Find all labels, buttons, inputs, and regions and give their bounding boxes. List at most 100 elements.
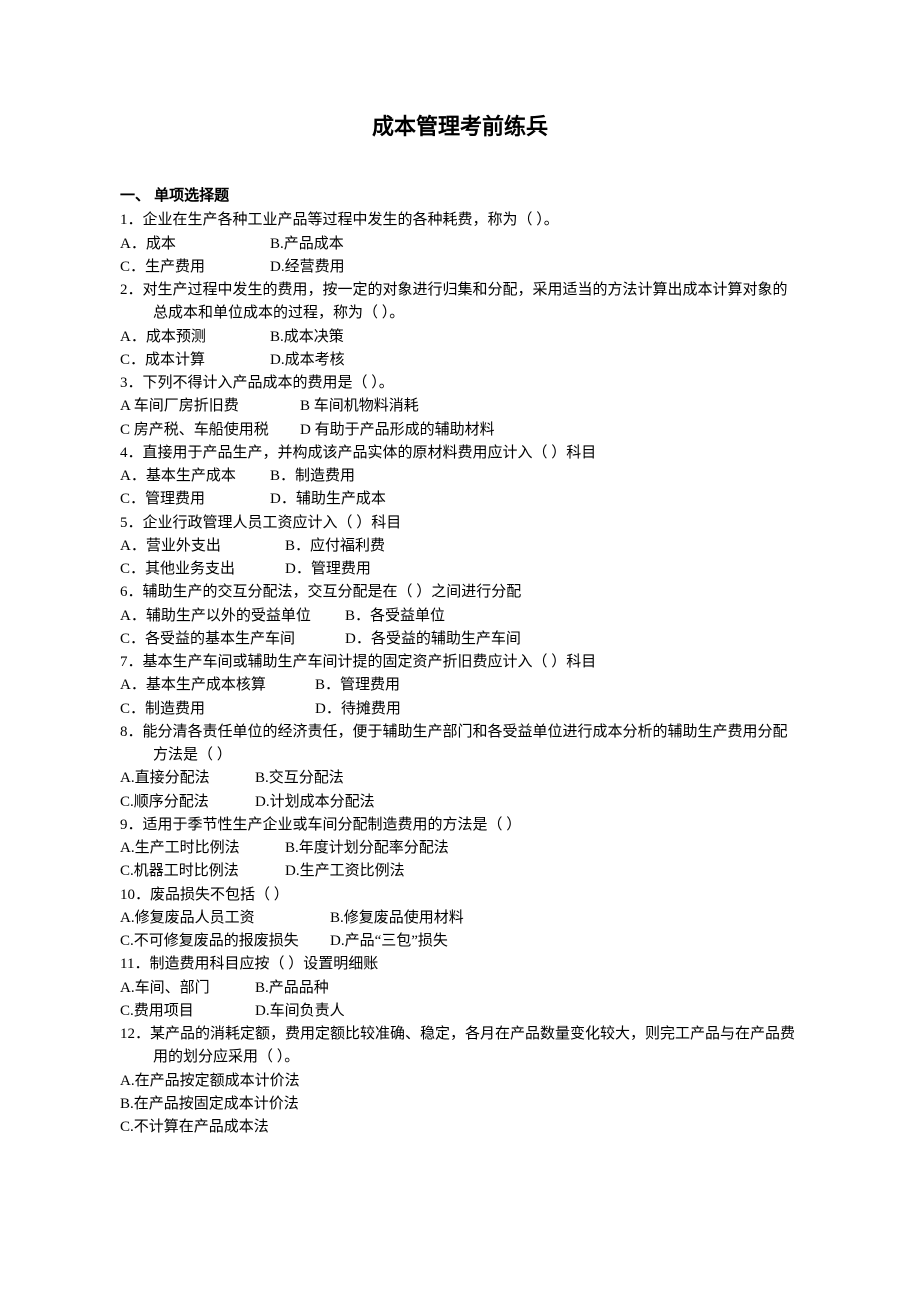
question-stem: 2．对生产过程中发生的费用，按一定的对象进行归集和分配，采用适当的方法计算出成本… <box>120 279 800 326</box>
option: C.机器工时比例法 <box>120 860 285 883</box>
option-row: A．基本生产成本B．制造费用 <box>120 465 800 488</box>
option: C.顺序分配法 <box>120 791 255 814</box>
option: C．生产费用 <box>120 256 270 279</box>
option-row: B.在产品按固定成本计价法 <box>120 1093 800 1116</box>
option-row: C．管理费用D．辅助生产成本 <box>120 488 800 511</box>
option: D．管理费用 <box>285 558 371 581</box>
option: A.生产工时比例法 <box>120 837 285 860</box>
question-number: 6． <box>120 584 143 600</box>
option: D．待摊费用 <box>315 698 401 721</box>
question-stem: 5．企业行政管理人员工资应计入（ ）科目 <box>120 512 800 535</box>
option-row: A 车间厂房折旧费B 车间机物料消耗 <box>120 395 800 418</box>
option: C．制造费用 <box>120 698 315 721</box>
page-title: 成本管理考前练兵 <box>120 110 800 144</box>
option: A 车间厂房折旧费 <box>120 395 300 418</box>
question-text: 能分清各责任单位的经济责任，便于辅助生产部门和各受益单位进行成本分析的辅助生产费… <box>143 724 788 763</box>
question-number: 8． <box>120 724 143 740</box>
option-row: A.在产品按定额成本计价法 <box>120 1070 800 1093</box>
option: C．管理费用 <box>120 488 270 511</box>
question-stem: 8．能分清各责任单位的经济责任，便于辅助生产部门和各受益单位进行成本分析的辅助生… <box>120 721 800 768</box>
option-row: C.顺序分配法D.计划成本分配法 <box>120 791 800 814</box>
option-row: C.不计算在产品成本法 <box>120 1116 800 1139</box>
option-row: A.生产工时比例法B.年度计划分配率分配法 <box>120 837 800 860</box>
option-row: C．各受益的基本生产车间D．各受益的辅助生产车间 <box>120 628 800 651</box>
option: B.产品品种 <box>255 977 329 1000</box>
question-stem: 11．制造费用科目应按（ ）设置明细账 <box>120 953 800 976</box>
question-text: 企业行政管理人员工资应计入（ ）科目 <box>143 515 402 531</box>
option-row: A．营业外支出B．应付福利费 <box>120 535 800 558</box>
option: A．基本生产成本 <box>120 465 270 488</box>
question-stem: 9．适用于季节性生产企业或车间分配制造费用的方法是（ ） <box>120 814 800 837</box>
question-stem: 6．辅助生产的交互分配法，交互分配是在（ ）之间进行分配 <box>120 581 800 604</box>
option: B．管理费用 <box>315 674 400 697</box>
question-text: 基本生产车间或辅助生产车间计提的固定资产折旧费应计入（ ）科目 <box>143 654 597 670</box>
option: B.成本决策 <box>270 326 344 349</box>
option: B．各受益单位 <box>345 605 445 628</box>
question-number: 7． <box>120 654 143 670</box>
question-number: 5． <box>120 515 143 531</box>
question-list: 1．企业在生产各种工业产品等过程中发生的各种耗费，称为（ ）。A．成本B.产品成… <box>120 209 800 1139</box>
option: D．辅助生产成本 <box>270 488 386 511</box>
option-row: C．生产费用D.经营费用 <box>120 256 800 279</box>
option: D．各受益的辅助生产车间 <box>345 628 521 651</box>
option-row: A．辅助生产以外的受益单位B．各受益单位 <box>120 605 800 628</box>
option: C.不计算在产品成本法 <box>120 1116 269 1139</box>
option: A．成本 <box>120 233 270 256</box>
option-row: A．成本预测B.成本决策 <box>120 326 800 349</box>
exam-page: 成本管理考前练兵 一、 单项选择题 1．企业在生产各种工业产品等过程中发生的各种… <box>0 0 920 1199</box>
option: A.修复废品人员工资 <box>120 907 330 930</box>
section-heading: 一、 单项选择题 <box>120 184 800 207</box>
option: A.在产品按定额成本计价法 <box>120 1070 300 1093</box>
option: D.成本考核 <box>270 349 345 372</box>
option-row: C 房产税、车船使用税D 有助于产品形成的辅助材料 <box>120 419 800 442</box>
option: B.交互分配法 <box>255 767 344 790</box>
question-stem: 7．基本生产车间或辅助生产车间计提的固定资产折旧费应计入（ ）科目 <box>120 651 800 674</box>
question-number: 2． <box>120 282 143 298</box>
option: A．辅助生产以外的受益单位 <box>120 605 345 628</box>
option-row: A．基本生产成本核算B．管理费用 <box>120 674 800 697</box>
option: A.车间、部门 <box>120 977 255 1000</box>
option: B．应付福利费 <box>285 535 385 558</box>
question-text: 某产品的消耗定额，费用定额比较准确、稳定，各月在产品数量变化较大，则完工产品与在… <box>150 1026 795 1065</box>
option: B.在产品按固定成本计价法 <box>120 1093 299 1116</box>
question-text: 对生产过程中发生的费用，按一定的对象进行归集和分配，采用适当的方法计算出成本计算… <box>143 282 788 321</box>
option: C.不可修复废品的报废损失 <box>120 930 330 953</box>
option: C.费用项目 <box>120 1000 255 1023</box>
option: D.产品“三包”损失 <box>330 930 448 953</box>
option: C．其他业务支出 <box>120 558 285 581</box>
question-stem: 12．某产品的消耗定额，费用定额比较准确、稳定，各月在产品数量变化较大，则完工产… <box>120 1023 800 1070</box>
option: B.产品成本 <box>270 233 344 256</box>
option-row: A．成本B.产品成本 <box>120 233 800 256</box>
option-row: C.费用项目D.车间负责人 <box>120 1000 800 1023</box>
question-text: 适用于季节性生产企业或车间分配制造费用的方法是（ ） <box>143 817 522 833</box>
question-stem: 3．下列不得计入产品成本的费用是（ ）。 <box>120 372 800 395</box>
option: C．各受益的基本生产车间 <box>120 628 345 651</box>
option-row: A.车间、部门B.产品品种 <box>120 977 800 1000</box>
option: C 房产税、车船使用税 <box>120 419 300 442</box>
question-text: 辅助生产的交互分配法，交互分配是在（ ）之间进行分配 <box>143 584 522 600</box>
question-number: 9． <box>120 817 143 833</box>
option: C．成本计算 <box>120 349 270 372</box>
option: D.生产工资比例法 <box>285 860 405 883</box>
question-text: 直接用于产品生产，并构成该产品实体的原材料费用应计入（ ）科目 <box>143 445 597 461</box>
option: B.年度计划分配率分配法 <box>285 837 449 860</box>
option-row: C.机器工时比例法D.生产工资比例法 <box>120 860 800 883</box>
option-row: C．其他业务支出D．管理费用 <box>120 558 800 581</box>
option: A．基本生产成本核算 <box>120 674 315 697</box>
question-number: 12． <box>120 1026 150 1042</box>
option: A．成本预测 <box>120 326 270 349</box>
question-number: 3． <box>120 375 143 391</box>
option: D.车间负责人 <box>255 1000 345 1023</box>
option-row: C．制造费用D．待摊费用 <box>120 698 800 721</box>
option: B.修复废品使用材料 <box>330 907 464 930</box>
question-text: 下列不得计入产品成本的费用是（ ）。 <box>143 375 394 391</box>
option: B．制造费用 <box>270 465 355 488</box>
question-number: 1． <box>120 212 143 228</box>
option-row: A.修复废品人员工资B.修复废品使用材料 <box>120 907 800 930</box>
question-number: 11． <box>120 956 149 972</box>
option-row: C．成本计算D.成本考核 <box>120 349 800 372</box>
question-number: 4． <box>120 445 143 461</box>
question-text: 废品损失不包括（ ） <box>150 887 289 903</box>
option: D.计划成本分配法 <box>255 791 375 814</box>
option-row: C.不可修复废品的报废损失D.产品“三包”损失 <box>120 930 800 953</box>
